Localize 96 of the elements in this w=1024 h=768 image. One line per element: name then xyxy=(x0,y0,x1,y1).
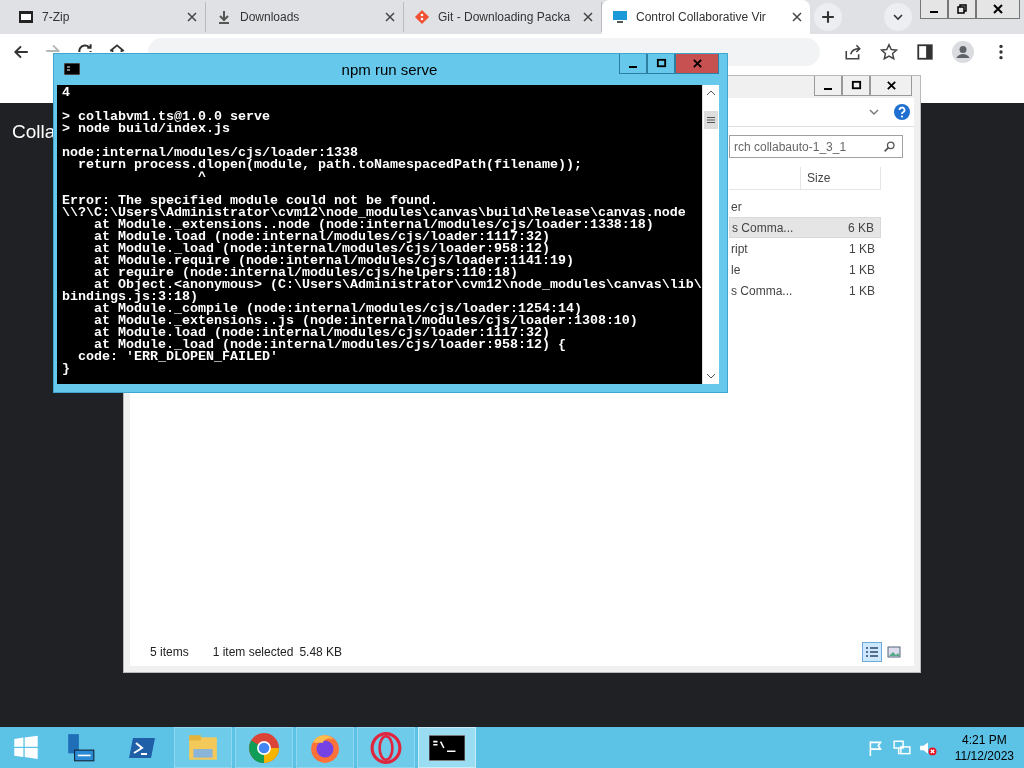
console-line: > node build/index.js xyxy=(62,123,230,135)
browser-tab[interactable]: 7-Zip xyxy=(8,2,206,32)
side-panel-icon[interactable] xyxy=(916,43,934,61)
console-line: code: 'ERR_DLOPEN_FAILED' xyxy=(77,351,278,363)
console-line: at Module._load (node:internal/modules/cjs/loader:958:12) xyxy=(93,243,550,255)
scrollbar[interactable] xyxy=(702,85,719,384)
minimize-icon xyxy=(930,11,938,13)
console-line: at Module.load (node:internal/modules/cjs/loader:1117:32) xyxy=(93,231,550,243)
column-header[interactable]: Size xyxy=(801,167,881,190)
tab-title: Git - Downloading Packa xyxy=(438,10,572,24)
opera-icon xyxy=(370,731,402,764)
maximize-icon xyxy=(850,80,862,91)
list-icon xyxy=(865,646,879,658)
console-line: at Module.load (node:internal/modules/cjs/loader:1117:32) xyxy=(93,327,550,339)
clock-time: 4:21 PM xyxy=(962,731,1007,748)
scroll-thumb[interactable] xyxy=(704,111,718,129)
file-type: le xyxy=(730,262,742,277)
restore-icon xyxy=(956,3,968,15)
close-icon[interactable] xyxy=(583,12,593,22)
console-line: bindings.js:3:18) xyxy=(62,291,198,303)
windows-logo-icon xyxy=(13,734,39,761)
server-icon xyxy=(65,731,97,764)
tab-title: Control Collaborative Vir xyxy=(636,10,767,24)
console-line: at Module.require (node:internal/modules/cjs/loader:1141:19) xyxy=(93,255,574,267)
restore-button[interactable] xyxy=(948,0,976,19)
console-line: at Module._extensions..node (node:internal/modules/cjs/loader:1338:18) xyxy=(94,219,654,231)
file-row[interactable]: ript 1 KB xyxy=(729,238,881,259)
chevron-down-icon xyxy=(892,11,904,23)
file-size: 1 KB xyxy=(849,262,876,277)
close-icon xyxy=(885,80,897,91)
search-field[interactable]: rch collabauto-1_3_1 xyxy=(729,135,903,158)
close-icon xyxy=(992,3,1004,15)
monitor-icon xyxy=(612,9,628,25)
file-size: 1 KB xyxy=(849,241,876,256)
console-line: 4 xyxy=(62,87,70,99)
file-type: er xyxy=(730,199,743,214)
file-type: ript xyxy=(730,241,749,256)
selection-size: 5.48 KB xyxy=(299,645,343,659)
left-arrow-icon xyxy=(12,43,30,61)
browser-tab[interactable]: Control Collaborative Vir xyxy=(602,0,810,34)
window-title: npm run serve xyxy=(341,61,438,78)
console-line: at Module._load (node:internal/modules/cjs/loader:958:12) { xyxy=(94,339,566,351)
file-type: s Comma... xyxy=(730,283,794,298)
chrome-icon xyxy=(248,731,280,764)
item-count: 5 items xyxy=(150,645,189,659)
file-type: s Comma... xyxy=(731,220,795,235)
new-tab-button[interactable] xyxy=(814,3,842,31)
close-icon[interactable] xyxy=(385,12,395,22)
help-icon[interactable] xyxy=(894,104,910,120)
file-row[interactable]: le 1 KB xyxy=(729,259,881,280)
close-icon[interactable] xyxy=(792,12,802,22)
minimize-button[interactable] xyxy=(619,54,647,74)
console-line: return process.dlopen(module, path.toNamespacedPath(filename)); xyxy=(78,159,582,171)
file-row[interactable]: s Comma... 1 KB xyxy=(729,280,881,301)
close-button[interactable] xyxy=(870,76,912,96)
console-line: \\?\C:\Users\Administrator\cvm12\node_modules\canvas\build\Release\canvas.node xyxy=(62,207,686,219)
close-icon xyxy=(691,58,703,69)
file-size: 1 KB xyxy=(849,283,876,298)
console-line: ^ xyxy=(197,171,206,183)
console-line: Error: The specified module could not be found. xyxy=(62,195,438,207)
app-icon xyxy=(18,9,34,25)
minimize-button[interactable] xyxy=(920,0,948,19)
download-icon xyxy=(216,9,232,25)
close-button[interactable] xyxy=(976,0,1020,19)
profile-icon[interactable] xyxy=(952,41,974,63)
tab-search-button[interactable] xyxy=(884,3,912,31)
console-line: } xyxy=(62,363,70,375)
taskbar-button[interactable] xyxy=(418,727,476,768)
maximize-button[interactable] xyxy=(842,76,870,96)
minimize-icon xyxy=(824,87,832,90)
browser-tab[interactable]: Downloads xyxy=(206,2,404,32)
console-line: > collabvm1.ts@1.0.0 serve xyxy=(62,111,270,123)
clock[interactable]: 4:21 PM 11/12/2023 xyxy=(940,727,1024,768)
plus-icon xyxy=(821,10,835,24)
close-icon[interactable] xyxy=(187,12,197,22)
minimize-button[interactable] xyxy=(814,76,842,96)
selection-count: 1 item selected xyxy=(212,645,294,659)
search-icon xyxy=(883,140,896,153)
clock-date: 11/12/2023 xyxy=(954,747,1014,764)
console-line: at Module._compile (node:internal/modules/cjs/loader:1254:14) xyxy=(94,303,582,315)
image-icon xyxy=(887,646,901,658)
star-icon[interactable] xyxy=(880,43,898,61)
tab-title: 7-Zip xyxy=(42,10,71,24)
file-row[interactable]: s Comma... 6 KB xyxy=(729,217,881,238)
share-icon[interactable] xyxy=(844,43,862,61)
console-icon xyxy=(64,63,80,75)
console-line: node:internal/modules/cjs/loader:1338 xyxy=(62,147,358,159)
console-line: at Module._extensions..js (node:internal/modules/cjs/loader:1308:10) xyxy=(93,315,638,327)
console-icon xyxy=(429,734,465,761)
console-line: at Object.<anonymous> (C:\Users\Administrator\cvm12\node_modules\canvas\lib\ xyxy=(94,279,702,291)
maximize-icon xyxy=(655,58,667,69)
details-view-button[interactable] xyxy=(862,642,882,662)
tab-title: Downloads xyxy=(240,10,301,24)
console-line: at require (node:internal/modules/cjs/helpers:110:18) xyxy=(93,267,518,279)
file-row[interactable]: er xyxy=(729,196,881,217)
file-size: 6 KB xyxy=(848,220,875,235)
